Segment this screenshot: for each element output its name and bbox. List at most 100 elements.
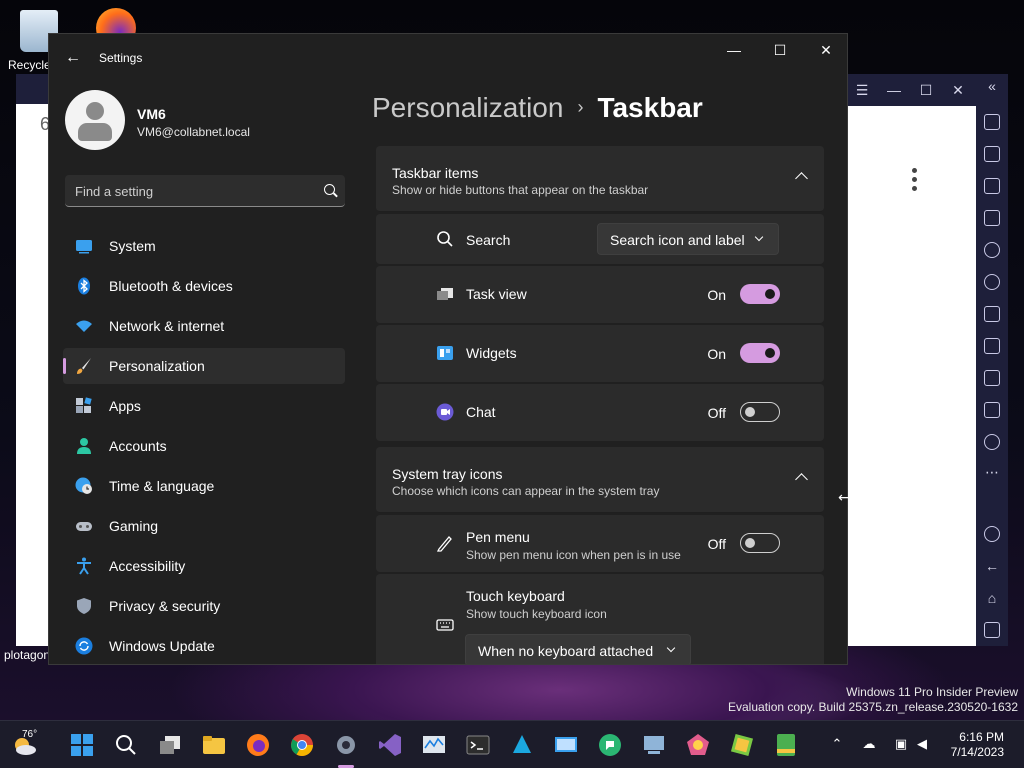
visual-studio-icon[interactable]	[378, 733, 402, 757]
fullscreen-icon[interactable]	[984, 114, 1000, 130]
virtual-machine-icon[interactable]	[642, 733, 666, 757]
remote-desktop-icon[interactable]	[554, 733, 578, 757]
system-tray-header[interactable]: System tray icons Choose which icons can…	[376, 447, 824, 513]
settings-gear-icon[interactable]	[334, 733, 358, 757]
user-email: VM6@collabnet.local	[137, 125, 250, 139]
window-title: Settings	[99, 51, 143, 65]
search-icon[interactable]	[114, 733, 138, 757]
folder-icon[interactable]	[984, 402, 1000, 418]
gamepad-icon[interactable]	[984, 306, 1000, 322]
search-input[interactable]	[75, 182, 305, 200]
task-view-icon	[437, 288, 453, 300]
home-icon[interactable]: ⌂	[982, 588, 1002, 608]
search-icon[interactable]	[324, 184, 335, 195]
more-icon[interactable]: ⋯	[982, 462, 1002, 482]
volume-icon[interactable]: ◀	[914, 736, 930, 752]
title-bar[interactable]: ← Settings — ☐ ✕	[49, 34, 847, 82]
section-title: Taskbar items	[392, 165, 479, 181]
screenshot-icon[interactable]	[984, 370, 1000, 386]
brush-icon	[77, 358, 91, 374]
back-arrow-icon[interactable]: ←	[982, 556, 1002, 576]
breadcrumb-parent[interactable]: Personalization	[372, 92, 563, 123]
sidebar-item-bluetooth[interactable]: Bluetooth & devices	[63, 268, 345, 304]
color-app-icon[interactable]	[686, 733, 710, 757]
search-icon	[437, 231, 453, 247]
chat-app-icon[interactable]	[598, 733, 622, 757]
sidebar-item-label: Accounts	[109, 438, 167, 454]
volume-icon[interactable]	[984, 146, 1000, 162]
keyboard-icon	[436, 619, 454, 631]
performance-monitor-icon[interactable]	[422, 733, 446, 757]
pen-icon	[436, 536, 452, 552]
more-vert-icon[interactable]	[912, 168, 918, 195]
minimize-button[interactable]: —	[711, 34, 757, 66]
breadcrumb: Personalization › Taskbar	[372, 92, 703, 124]
chevron-up-icon[interactable]	[795, 172, 808, 185]
sidebar-item-accessibility[interactable]: Accessibility	[63, 548, 345, 584]
close-icon[interactable]: ✕	[948, 80, 968, 100]
chat-toggle[interactable]	[740, 402, 780, 422]
chat-label: Chat	[466, 404, 496, 420]
maximize-icon[interactable]: ☐	[916, 80, 936, 100]
record-icon[interactable]	[984, 242, 1000, 258]
minimize-icon[interactable]: —	[884, 80, 904, 100]
search-mode-dropdown[interactable]: Search icon and label	[597, 223, 779, 255]
chrome-icon[interactable]	[290, 733, 314, 757]
widgets-row: Widgets On	[376, 325, 824, 382]
sidebar-item-label: Apps	[109, 398, 141, 414]
gear-icon[interactable]	[984, 526, 1000, 542]
clock-time: 6:16 PM	[959, 730, 1004, 744]
sidebar-item-time-language[interactable]: Time & language	[63, 468, 345, 504]
chevron-up-icon[interactable]: ⌃	[829, 736, 845, 752]
system-clock[interactable]: 6:16 PM 7/14/2023	[951, 730, 1004, 760]
apps-icon	[76, 397, 92, 413]
sidebar-item-label: Network & internet	[109, 318, 225, 334]
keyboard-icon[interactable]	[984, 210, 1000, 226]
close-button[interactable]: ✕	[803, 34, 847, 66]
menu-icon[interactable]: ☰	[852, 80, 872, 100]
task-view-icon[interactable]	[158, 733, 182, 757]
touch-keyboard-dropdown[interactable]: When no keyboard attached	[465, 634, 691, 664]
chat-icon	[436, 403, 454, 421]
notebook-app-icon[interactable]	[774, 733, 798, 757]
terminal-icon[interactable]	[466, 733, 490, 757]
recents-icon[interactable]	[984, 622, 1000, 638]
search-box[interactable]	[65, 175, 345, 207]
sidebar-item-network[interactable]: Network & internet	[63, 308, 345, 344]
sidebar-item-accounts[interactable]: Accounts	[63, 428, 345, 464]
emulator-sidebar: « ⋯ ← ⌂	[976, 74, 1008, 646]
task-view-toggle[interactable]	[740, 284, 780, 304]
rotate-icon[interactable]	[984, 274, 1000, 290]
network-icon[interactable]: ▣	[893, 736, 909, 752]
shield-icon	[77, 598, 91, 614]
settings-window: ← Settings — ☐ ✕ VM6 VM6@collabnet.local…	[48, 33, 848, 665]
sidebar-item-windows-update[interactable]: Windows Update	[63, 628, 345, 664]
widgets-toggle[interactable]	[740, 343, 780, 363]
chevron-up-icon[interactable]	[795, 473, 808, 486]
start-icon[interactable]	[70, 733, 94, 757]
airplane-icon[interactable]	[984, 434, 1000, 450]
collapse-icon[interactable]: «	[982, 76, 1002, 96]
cursor-icon[interactable]	[984, 178, 1000, 194]
bluestacks-icon[interactable]	[730, 733, 754, 757]
sidebar-item-system[interactable]: System	[63, 228, 345, 264]
azure-icon[interactable]	[510, 733, 534, 757]
apk-icon[interactable]	[984, 338, 1000, 354]
sidebar-item-gaming[interactable]: Gaming	[63, 508, 345, 544]
avatar[interactable]	[65, 90, 125, 150]
sidebar-item-apps[interactable]: Apps	[63, 388, 345, 424]
sidebar-item-privacy[interactable]: Privacy & security	[63, 588, 345, 624]
sidebar-item-label: Personalization	[109, 358, 205, 374]
back-button[interactable]: ←	[61, 46, 85, 70]
taskbar-items-header[interactable]: Taskbar items Show or hide buttons that …	[376, 146, 824, 212]
cloud-offline-icon[interactable]: ☁	[861, 736, 877, 752]
maximize-button[interactable]: ☐	[757, 34, 803, 66]
clock-date: 7/14/2023	[950, 745, 1004, 759]
task-view-state: On	[707, 287, 726, 303]
breadcrumb-separator: ›	[577, 97, 584, 117]
firefox-icon[interactable]	[246, 733, 270, 757]
file-explorer-icon[interactable]	[202, 733, 226, 757]
pen-menu-toggle[interactable]	[740, 533, 780, 553]
temperature: 76°	[22, 729, 38, 740]
sidebar-item-personalization[interactable]: Personalization	[63, 348, 345, 384]
